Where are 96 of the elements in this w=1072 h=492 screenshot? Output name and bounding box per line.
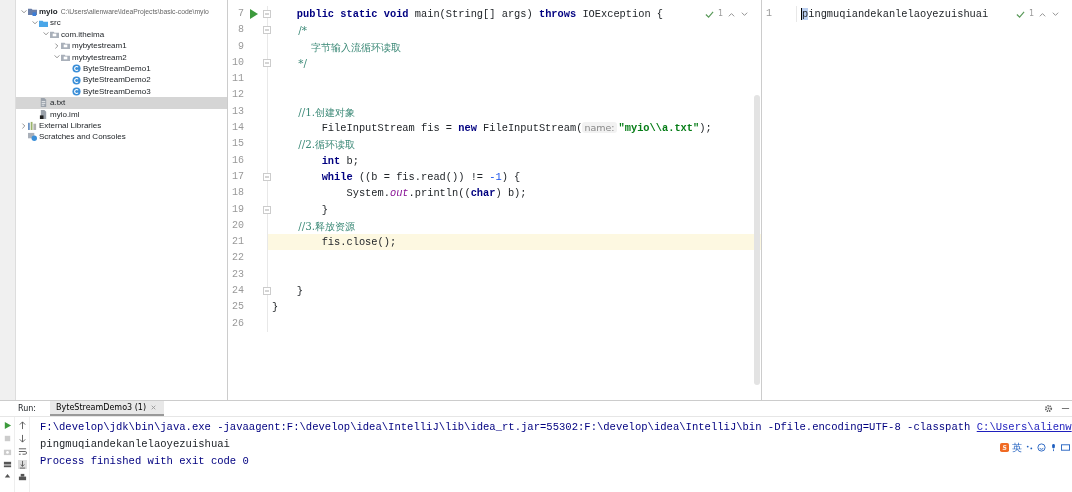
line-number: 23	[231, 267, 244, 282]
line-number: 10	[231, 55, 244, 70]
line-number: 20	[231, 218, 244, 233]
inspection-count: 1	[717, 8, 723, 20]
tree-item[interactable]: External Libraries	[16, 119, 227, 132]
print-icon[interactable]	[17, 473, 27, 482]
line-number: 15	[231, 137, 244, 152]
scroll-to-end-icon[interactable]	[17, 460, 27, 469]
run-label: Run:	[18, 402, 37, 415]
package-folder-icon	[50, 29, 59, 39]
line-number: 13	[231, 104, 244, 119]
check-icon	[704, 9, 714, 19]
down-chevron-icon[interactable]	[1051, 9, 1060, 19]
fold-marker-icon[interactable]	[263, 59, 271, 68]
line-number: 21	[231, 235, 244, 250]
tree-item[interactable]: mybytestream1	[16, 40, 227, 52]
line-number: 14	[231, 121, 244, 136]
scrollbar-thumb[interactable]	[754, 95, 760, 385]
code-line: public static void main(String[] args) throws IOException {	[295, 7, 664, 22]
code-line: System.out.println((char) b);	[345, 186, 527, 202]
line-number: 22	[231, 251, 244, 266]
line-number: 1	[765, 7, 773, 21]
code-line: */	[297, 55, 307, 71]
keyboard-icon[interactable]	[1061, 442, 1070, 452]
code-line: 字节输入流循环读取	[310, 39, 402, 55]
library-icon	[28, 121, 37, 131]
module-file-icon	[39, 109, 48, 119]
run-tab[interactable]: ByteStreamDemo3 (1)	[50, 401, 164, 416]
package-folder-icon	[61, 52, 70, 62]
settings-icon[interactable]	[1044, 404, 1053, 413]
line-number: 26	[231, 316, 244, 331]
console-line: pingmuqiandekanlelaoyezuishuai	[40, 437, 230, 452]
down-chevron-icon[interactable]	[740, 9, 749, 19]
line-number: 25	[231, 300, 244, 315]
code-line: /*	[297, 23, 307, 39]
source-folder-icon	[39, 18, 48, 28]
class-icon	[72, 64, 81, 74]
class-icon	[72, 75, 81, 85]
line-number: 7	[237, 7, 244, 21]
up-arrow-icon[interactable]	[17, 421, 27, 430]
code-line: FileInputStream fis = new FileInputStream( name: "myio\\a.txt");	[320, 121, 712, 137]
text-file-icon	[39, 98, 48, 108]
microphone-icon[interactable]	[1049, 442, 1058, 452]
soft-wrap-icon[interactable]	[17, 447, 27, 456]
code-line: int b;	[320, 153, 359, 169]
code-line: while ((b = fis.read()) != -1) {	[320, 169, 521, 185]
scratches-icon	[28, 132, 37, 142]
code-line: }	[271, 300, 279, 316]
classpath-link[interactable]: C:\Users\alienw	[976, 421, 1072, 433]
tree-item[interactable]: ByteStreamDemo1	[16, 62, 227, 75]
tree-item[interactable]: ByteStreamDemo3	[16, 85, 227, 98]
code-line: fis.close();	[320, 235, 397, 251]
line-number: 18	[231, 186, 244, 201]
fold-marker-icon[interactable]	[263, 26, 271, 35]
fold-marker-icon[interactable]	[263, 10, 271, 19]
ime-mode: 英	[1012, 440, 1022, 455]
layout-icon[interactable]	[2, 460, 12, 469]
line-number: 11	[231, 72, 244, 87]
text-line: pingmuqiandekanlelaoyezuishuai	[800, 7, 989, 22]
check-icon	[1015, 9, 1025, 19]
package-folder-icon	[61, 41, 70, 51]
down-arrow-icon[interactable]	[17, 434, 27, 443]
line-number: 12	[231, 88, 244, 103]
tree-item[interactable]: com.itheima	[16, 28, 227, 41]
module-folder-icon	[28, 7, 37, 17]
line-number: 8	[237, 23, 244, 38]
tree-item[interactable]: ByteStreamDemo2	[16, 74, 227, 86]
tree-item[interactable]: Scratches and Consoles	[16, 131, 227, 143]
line-number: 19	[231, 202, 244, 217]
console-line: F:\develop\jdk\bin\java.exe -javaagent:F:\develop\idea\IntelliJ\lib\idea_rt.jar=55302:F:\develop\idea\IntelliJ\bin -Dfile.encoding=UTF-8 -classpath C:\Users\alienw	[40, 420, 1072, 435]
code-line: }	[320, 202, 328, 218]
tree-item[interactable]: myio.iml	[16, 108, 227, 120]
close-icon[interactable]	[149, 403, 158, 412]
line-number: 9	[237, 39, 244, 54]
code-line: //1.创建对象	[297, 104, 356, 120]
code-line: //3.释放资源	[297, 218, 356, 234]
class-icon	[72, 86, 81, 96]
run-icon[interactable]	[249, 9, 259, 20]
fold-marker-icon[interactable]	[263, 205, 271, 214]
run-icon[interactable]	[2, 421, 12, 430]
smiley-icon[interactable]	[1037, 442, 1046, 452]
console-line: Process finished with exit code 0	[40, 454, 249, 469]
collapsed-chevron-icon	[20, 121, 28, 130]
code-line: //2.循环读取	[297, 137, 356, 153]
tree-item[interactable]: a.txt	[16, 97, 227, 109]
stop-icon[interactable]	[2, 434, 12, 443]
tree-item[interactable]: mybytestream2	[16, 51, 227, 63]
fold-marker-icon[interactable]	[263, 287, 271, 296]
collapsed-chevron-icon	[53, 41, 61, 50]
code-line: }	[295, 284, 304, 300]
fold-marker-icon[interactable]	[263, 173, 271, 182]
tree-item[interactable]: src	[16, 17, 227, 29]
line-number: 16	[231, 153, 244, 168]
line-number: 17	[231, 169, 244, 184]
line-number: 24	[231, 284, 244, 299]
inspection-count: 1	[1028, 8, 1034, 20]
